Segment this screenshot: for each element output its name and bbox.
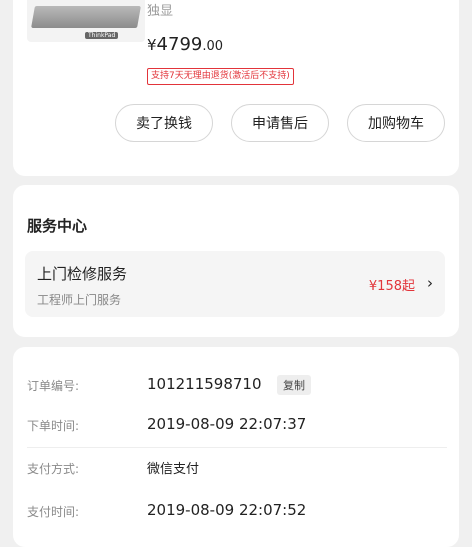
laptop-image xyxy=(31,6,141,28)
service-item-repair[interactable]: 上门检修服务 工程师上门服务 ¥158起 › xyxy=(25,251,445,317)
order-time-label: 下单时间: xyxy=(27,419,80,433)
product-price: ¥4799.00 xyxy=(147,34,223,55)
payment-time-row: 支付时间: 2019-08-09 22:07:52 xyxy=(27,491,447,531)
payment-time-value: 2019-08-09 22:07:52 xyxy=(147,501,307,519)
payment-time-label: 支付时间: xyxy=(27,505,80,519)
after-sale-button[interactable]: 申请售后 xyxy=(231,104,329,142)
order-time-value: 2019-08-09 22:07:37 xyxy=(147,415,307,433)
service-item-name: 上门检修服务 xyxy=(37,265,128,283)
service-item-price: ¥158起 xyxy=(368,279,415,294)
chevron-right-icon: › xyxy=(427,274,433,292)
order-number-row: 订单编号: 101211598710 复制 xyxy=(27,365,447,405)
product-thumbnail[interactable]: ThinkPad xyxy=(27,0,145,42)
copy-button[interactable]: 复制 xyxy=(277,375,311,395)
payment-method-row: 支付方式: 微信支付 xyxy=(27,447,447,488)
add-to-cart-button[interactable]: 加购物车 xyxy=(347,104,445,142)
order-number-label: 订单编号: xyxy=(27,379,80,393)
service-item-subtitle: 工程师上门服务 xyxy=(37,293,122,307)
payment-method-value: 微信支付 xyxy=(147,462,200,477)
price-currency: ¥ xyxy=(147,36,157,54)
order-time-row: 下单时间: 2019-08-09 22:07:37 xyxy=(27,405,447,445)
price-integer: 4799 xyxy=(156,34,203,55)
sell-button[interactable]: 卖了换钱 xyxy=(115,104,213,142)
payment-method-label: 支付方式: xyxy=(27,462,80,476)
thumb-tag: ThinkPad xyxy=(85,32,119,39)
price-decimal: .00 xyxy=(202,39,224,54)
service-center-title: 服务中心 xyxy=(27,217,88,235)
product-card: ThinkPad 独显 ¥4799.00 支持7天无理由退货(激活后不支持) 卖… xyxy=(13,0,459,176)
return-policy-badge: 支持7天无理由退货(激活后不支持) xyxy=(147,68,294,85)
service-center-card: 服务中心 上门检修服务 工程师上门服务 ¥158起 › xyxy=(13,185,459,337)
order-info-card: 订单编号: 101211598710 复制 下单时间: 2019-08-09 2… xyxy=(13,347,459,547)
product-spec: 独显 xyxy=(147,4,174,19)
order-number-value: 101211598710 xyxy=(147,375,262,393)
